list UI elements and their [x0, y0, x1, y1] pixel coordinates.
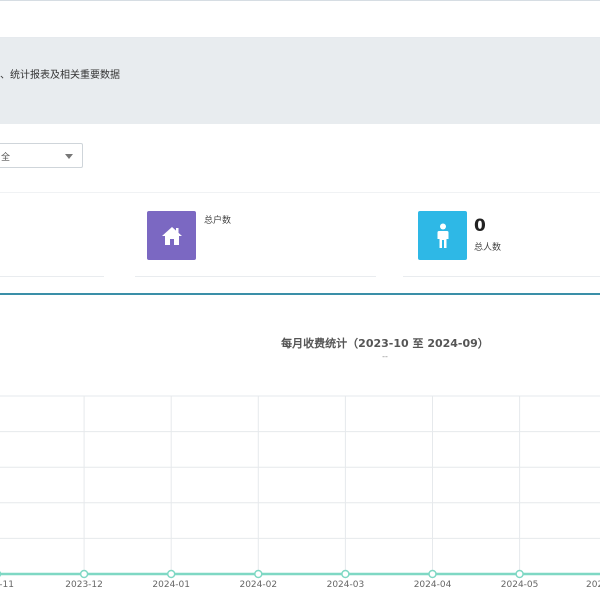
people-value: 0	[474, 216, 486, 236]
data-point	[515, 569, 524, 579]
x-tick-label: 2024-04	[414, 580, 452, 590]
people-label: 总人数	[474, 243, 502, 253]
person-icon	[437, 223, 448, 248]
data-point	[428, 569, 437, 579]
chevron-down-icon	[65, 154, 73, 159]
households-label: 总户数	[204, 216, 232, 226]
period-select[interactable]: 全	[0, 143, 83, 168]
banner-description: 、统计报表及相关重要数据	[0, 70, 120, 81]
x-tick-label: 2024-01	[152, 580, 190, 590]
x-tick-label: 2023-12	[65, 580, 103, 590]
x-tick-label: -11	[0, 580, 14, 590]
people-card-icon	[418, 211, 467, 260]
data-point	[79, 569, 89, 579]
home-icon	[161, 226, 182, 245]
data-point	[166, 569, 176, 579]
x-tick-label: 202	[586, 580, 600, 590]
data-point	[0, 570, 2, 578]
data-point	[341, 569, 350, 579]
x-tick-label: 2024-03	[327, 580, 365, 590]
top-strip	[0, 0, 600, 38]
x-tick-label: 2024-05	[501, 580, 539, 590]
card-underline	[0, 276, 104, 277]
info-banner: 、统计报表及相关重要数据	[0, 38, 600, 124]
x-tick-label: 2024-02	[239, 580, 277, 590]
card-underline	[403, 276, 600, 277]
card-underline	[135, 276, 376, 277]
stats-divider	[0, 192, 600, 193]
monthly-fee-chart: -11 2023-12 2024-01 2024-02 2024-03 2024-04 20…	[0, 395, 600, 590]
households-card-icon	[147, 211, 196, 260]
period-select-value: 全	[1, 153, 11, 163]
data-point	[254, 569, 263, 579]
